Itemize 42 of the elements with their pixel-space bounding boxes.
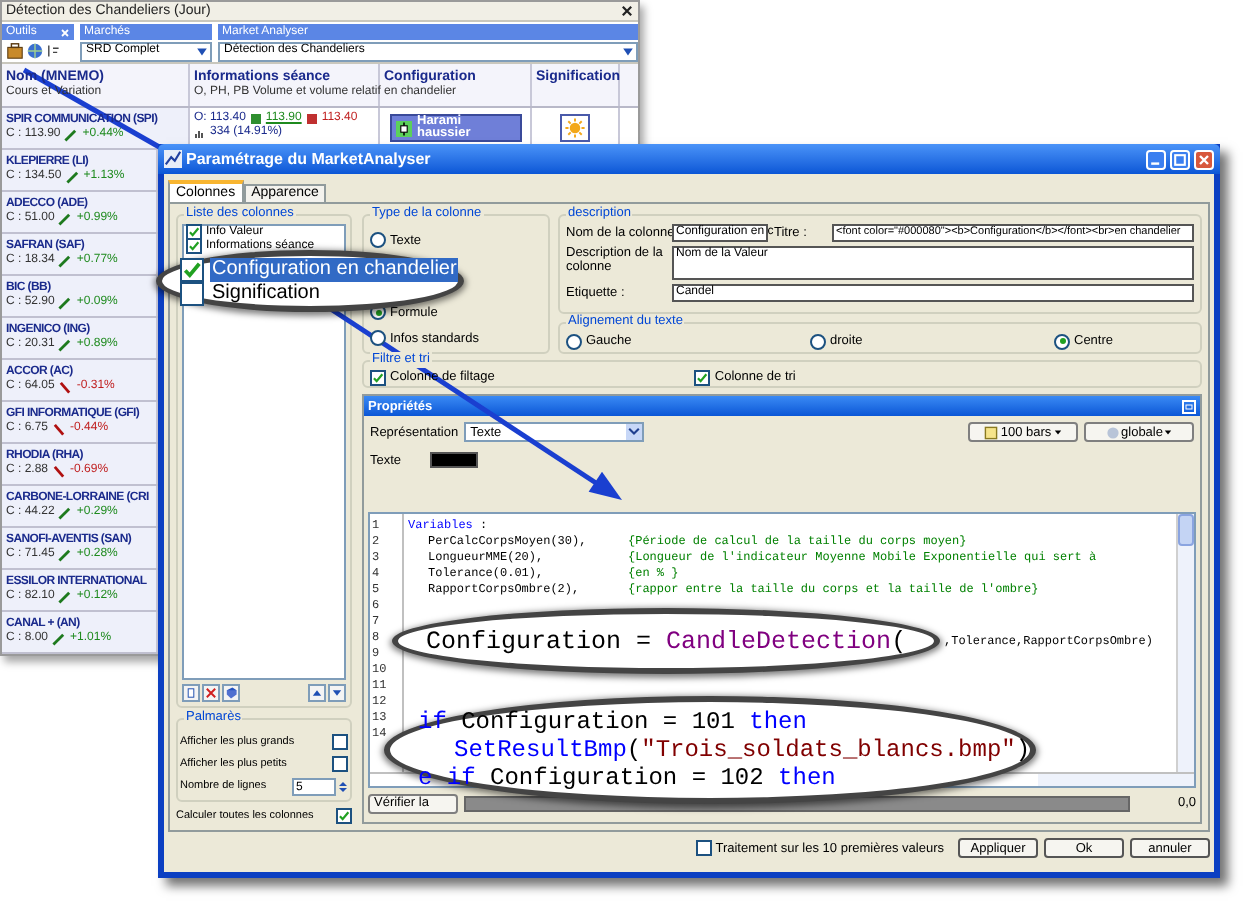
caret-icon [1164,428,1173,436]
checkbox[interactable] [370,369,386,385]
checkbox[interactable] [332,734,348,750]
checkbox[interactable] [695,840,712,856]
color-swatch[interactable] [429,452,478,468]
radio-button[interactable] [566,333,582,349]
checkbox[interactable] [694,369,711,385]
checkbox[interactable] [332,756,348,772]
candlestick-icon [395,117,411,139]
close-icon [60,27,70,37]
radio-button[interactable] [1054,333,1070,349]
code-line: SetResultBmp("Trois_soldats_blancs.bmp") [452,736,1031,764]
calendar-icon [984,425,999,439]
minimize-icon [1146,149,1166,169]
sort-icon [46,42,60,60]
scrollbar[interactable] [1038,774,1194,786]
maximize-icon [1170,149,1190,169]
down-arrow-icon [328,684,346,702]
radio-button[interactable] [370,232,386,248]
volume-icon [194,128,206,138]
checkbox[interactable] [336,808,352,824]
sun-icon [560,114,590,142]
list-item[interactable]: Signification [210,281,322,305]
window-title: Paramétrage du MarketAnalyser [186,147,433,171]
caret-icon [1053,428,1062,436]
caret-icon [620,45,636,57]
scrollbar[interactable] [1178,514,1194,772]
delete-icon [202,684,220,702]
caret-icon [194,45,210,57]
up-arrow-icon [308,684,326,702]
caret-icon [626,424,643,440]
list-item[interactable]: Configuration en chandelier [210,257,459,281]
radio-button[interactable] [810,333,826,349]
code-line: Configuration = CandleDetection( [426,627,907,655]
close-icon [1194,149,1214,169]
toolbox-icon [6,42,24,60]
checkbox[interactable] [180,257,204,281]
checkbox[interactable] [180,281,204,305]
new-icon [182,684,200,702]
restore-icon [1182,399,1196,413]
close-icon [620,4,634,18]
radio-button[interactable] [370,330,386,346]
